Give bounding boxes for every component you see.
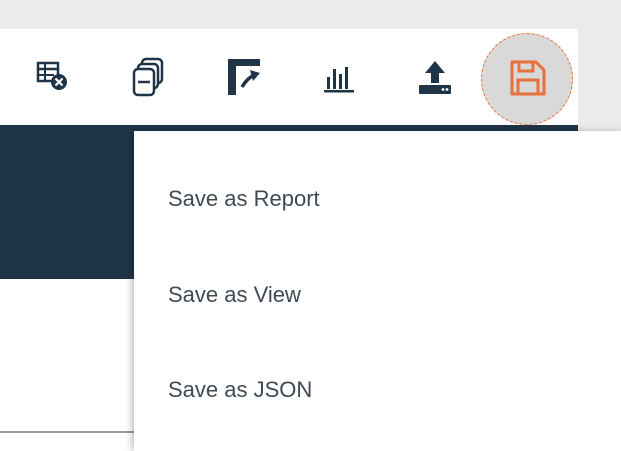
- menu-item-save-as-report[interactable]: Save as Report: [134, 169, 621, 229]
- menu-item-save-as-json[interactable]: Save as JSON: [134, 360, 621, 420]
- menu-item-label: Save as JSON: [168, 377, 313, 402]
- windows-icon: [132, 57, 164, 97]
- save-button[interactable]: [478, 32, 578, 125]
- bar-chart-icon: [324, 67, 354, 93]
- column-move-icon: [228, 59, 260, 95]
- divider-line: [0, 431, 140, 433]
- table-remove-button[interactable]: [22, 29, 82, 125]
- save-dropdown-menu: Save as Report Save as View Save as JSON: [134, 131, 621, 451]
- top-background-strip: [0, 0, 621, 29]
- floppy-disk-icon: [510, 60, 546, 96]
- table-remove-icon: [36, 61, 67, 90]
- upload-button[interactable]: [405, 29, 465, 125]
- right-background-strip: [578, 29, 621, 135]
- side-panel-dark: [0, 133, 140, 279]
- menu-item-save-as-view[interactable]: Save as View: [134, 265, 621, 325]
- windows-button[interactable]: [118, 29, 178, 125]
- upload-icon: [419, 61, 451, 94]
- column-move-button[interactable]: [214, 29, 274, 125]
- menu-item-label: Save as Report: [168, 186, 320, 211]
- chart-button[interactable]: [309, 29, 369, 125]
- menu-item-label: Save as View: [168, 282, 301, 307]
